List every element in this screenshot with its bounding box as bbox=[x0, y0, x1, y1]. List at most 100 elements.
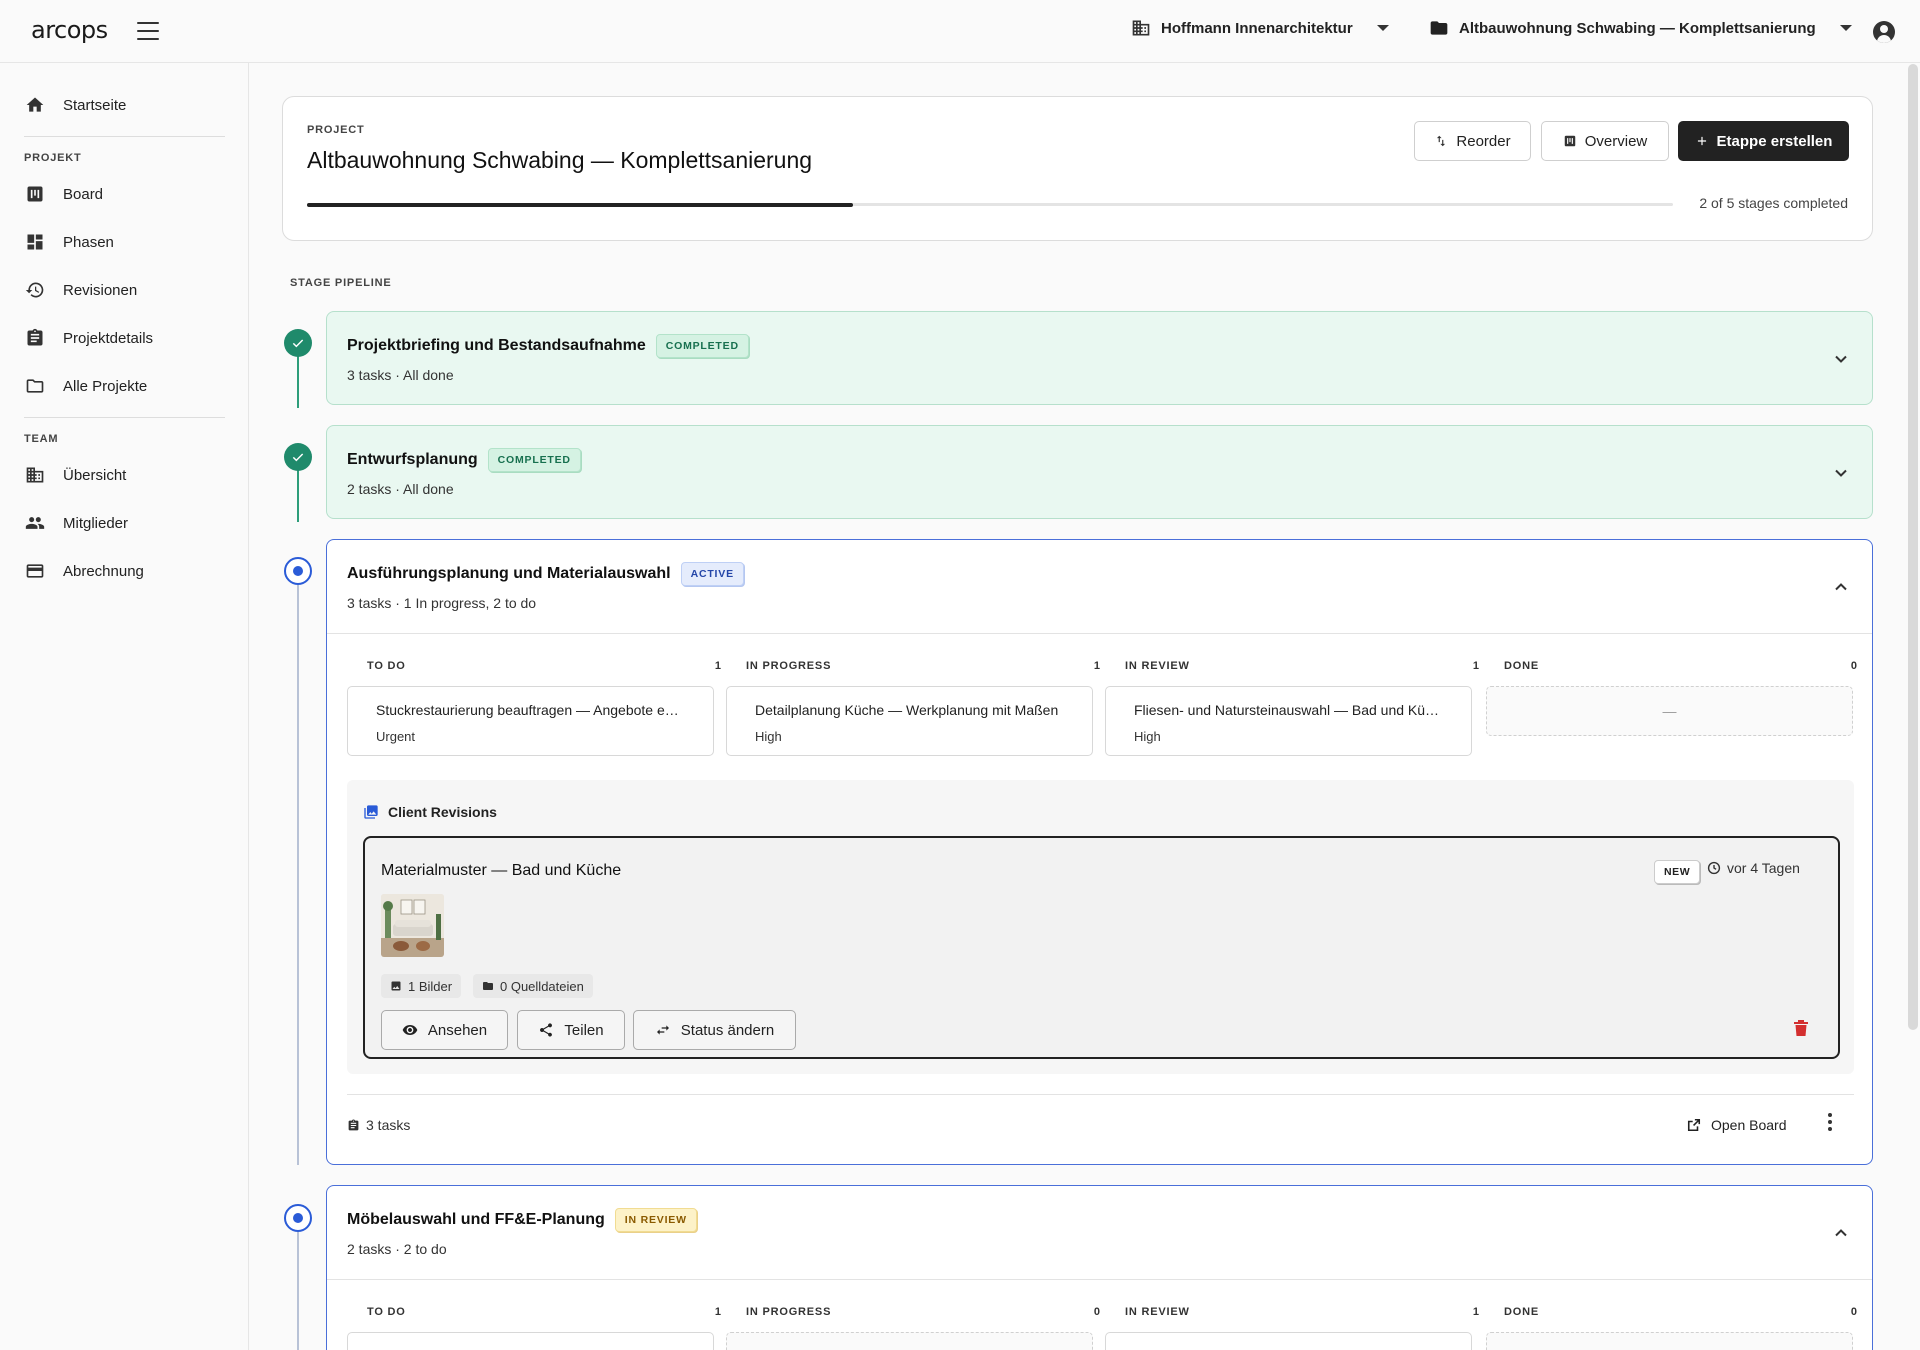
project-label: PROJECT bbox=[307, 124, 365, 136]
sidebar-item-board[interactable]: Board bbox=[25, 182, 103, 206]
share-button[interactable]: Teilen bbox=[517, 1010, 625, 1050]
reorder-button[interactable]: Reorder bbox=[1414, 121, 1531, 161]
column-count: 1 bbox=[1472, 1306, 1479, 1318]
history-icon bbox=[25, 282, 44, 298]
sidebar-item-label: Phasen bbox=[63, 233, 114, 251]
column-count: 1 bbox=[1093, 660, 1100, 672]
sidebar-item-phases[interactable]: Phasen bbox=[25, 230, 114, 254]
column-header-in-review: IN REVIEW bbox=[1125, 660, 1190, 672]
stage-header[interactable]: Möbelauswahl und FF&E-Planung IN REVIEW bbox=[347, 1208, 697, 1232]
sidebar-item-members[interactable]: Mitglieder bbox=[25, 511, 128, 535]
sidebar-item-label: Mitglieder bbox=[63, 514, 129, 532]
column-count: 1 bbox=[714, 660, 721, 672]
chevron-down-icon[interactable] bbox=[1834, 466, 1848, 480]
people-icon bbox=[25, 517, 45, 529]
timeline-connector bbox=[297, 470, 299, 522]
view-button[interactable]: Ansehen bbox=[381, 1010, 508, 1050]
stage-summary: 2 tasks · All done bbox=[347, 481, 454, 497]
stage-title: Ausführungsplanung und Materialauswahl bbox=[347, 565, 671, 582]
stage-card[interactable]: Entwurfsplanung COMPLETED 2 tasks · All … bbox=[326, 425, 1873, 519]
stage-header[interactable]: Ausführungsplanung und Materialauswahl A… bbox=[347, 562, 744, 586]
stage-task-count-text: 3 tasks bbox=[366, 1117, 411, 1133]
organization-selector[interactable]: Hoffmann Innenarchitektur bbox=[1131, 18, 1389, 38]
column-count: 0 bbox=[1093, 1306, 1100, 1318]
revision-card[interactable]: Materialmuster — Bad und Küche NEW vor 4… bbox=[363, 836, 1840, 1059]
task-card[interactable]: Fliesen- und Natursteinauswahl — Bad und… bbox=[1105, 686, 1472, 756]
sidebar-item-billing[interactable]: Abrechnung bbox=[25, 559, 144, 583]
stage-title: Projektbriefing und Bestandsaufnahme bbox=[347, 337, 646, 354]
task-card[interactable]: Stuckrestaurierung beauftragen — Angebot… bbox=[347, 686, 714, 756]
chevron-up-icon[interactable] bbox=[1834, 580, 1848, 594]
revision-time-text: vor 4 Tagen bbox=[1727, 860, 1800, 876]
page-scrollbar[interactable] bbox=[1908, 64, 1918, 1030]
page-title: Altbauwohnung Schwabing — Komplettsanier… bbox=[307, 147, 813, 173]
view-label: Ansehen bbox=[427, 1021, 488, 1039]
revision-thumbnail[interactable] bbox=[381, 894, 444, 957]
images-count-chip: 1 Bilder bbox=[381, 974, 462, 998]
source-files-chip: 0 Quelldateien bbox=[473, 974, 593, 998]
stage-card[interactable]: Projektbriefing und Bestandsaufnahme COM… bbox=[326, 311, 1873, 405]
board-icon bbox=[27, 186, 43, 202]
sidebar-item-home[interactable]: Startseite bbox=[25, 93, 126, 117]
stage-completed-icon bbox=[284, 329, 312, 357]
task-card[interactable] bbox=[347, 1332, 714, 1350]
client-revisions-title: Client Revisions bbox=[388, 804, 497, 820]
chevron-down-icon[interactable] bbox=[1834, 352, 1848, 366]
image-icon bbox=[391, 981, 401, 991]
sidebar-item-label: Abrechnung bbox=[63, 562, 144, 580]
stage-header: Projektbriefing und Bestandsaufnahme COM… bbox=[347, 334, 749, 358]
folder-outline-icon bbox=[26, 379, 44, 393]
stage-active-icon bbox=[284, 557, 312, 585]
open-board-button[interactable]: Open Board bbox=[1687, 1117, 1787, 1133]
empty-column-placeholder: — bbox=[1486, 686, 1853, 736]
sidebar-item-label: Übersicht bbox=[63, 466, 127, 484]
change-status-label: Status ändern bbox=[680, 1021, 775, 1039]
plus-icon bbox=[1697, 136, 1706, 146]
open-external-icon bbox=[1687, 1118, 1701, 1132]
app-logo[interactable]: arcops bbox=[31, 16, 108, 44]
swap-icon bbox=[656, 1025, 669, 1035]
clock-icon bbox=[1707, 861, 1721, 875]
delete-icon[interactable] bbox=[1793, 1019, 1809, 1037]
credit-card-icon bbox=[26, 564, 44, 578]
reorder-label: Reorder bbox=[1456, 132, 1511, 150]
create-stage-button[interactable]: Etappe erstellen bbox=[1678, 121, 1849, 161]
sidebar-divider bbox=[24, 136, 225, 137]
column-header-done: DONE bbox=[1504, 1306, 1539, 1318]
stage-header: Entwurfsplanung COMPLETED bbox=[347, 448, 581, 472]
stage-progress-fill bbox=[307, 202, 854, 207]
sidebar-item-all-projects[interactable]: Alle Projekte bbox=[25, 374, 147, 398]
source-files-text: 0 Quelldateien bbox=[500, 978, 584, 994]
folder-icon bbox=[483, 982, 493, 990]
change-status-button[interactable]: Status ändern bbox=[633, 1010, 796, 1050]
more-options-icon[interactable] bbox=[1828, 1113, 1834, 1131]
progress-text: 2 of 5 stages completed bbox=[1699, 195, 1848, 211]
task-priority: High bbox=[755, 729, 782, 744]
task-card[interactable] bbox=[1105, 1332, 1472, 1350]
clipboard-icon bbox=[348, 1119, 359, 1130]
empty-column-placeholder bbox=[1486, 1332, 1853, 1350]
project-selector[interactable]: Altbauwohnung Schwabing — Komplettsanier… bbox=[1429, 18, 1852, 38]
menu-icon[interactable] bbox=[137, 22, 159, 40]
photo-library-icon bbox=[364, 805, 378, 819]
building-icon bbox=[26, 467, 44, 483]
task-card[interactable]: Detailplanung Küche — Werkplanung mit Ma… bbox=[726, 686, 1093, 756]
chevron-up-icon[interactable] bbox=[1834, 1226, 1848, 1240]
overview-button[interactable]: Overview bbox=[1541, 121, 1669, 161]
top-bar: arcops Hoffmann Innenarchitektur Altbauw… bbox=[0, 0, 1920, 63]
sidebar-item-team-overview[interactable]: Übersicht bbox=[25, 463, 126, 487]
eye-icon bbox=[402, 1025, 418, 1035]
sidebar: Startseite PROJEKT Board Phasen Revision… bbox=[0, 63, 249, 1350]
sidebar-item-revisions[interactable]: Revisionen bbox=[25, 278, 137, 302]
empty-column-placeholder bbox=[726, 1332, 1093, 1350]
column-header-in-progress: IN PROGRESS bbox=[746, 1306, 832, 1318]
stage-divider bbox=[327, 1279, 1872, 1280]
task-title: Stuckrestaurierung beauftragen — Angebot… bbox=[376, 702, 679, 718]
project-name: Altbauwohnung Schwabing — Komplettsanier… bbox=[1459, 19, 1816, 37]
account-icon[interactable] bbox=[1873, 21, 1895, 43]
stage-card-expanded: Ausführungsplanung und Materialauswahl A… bbox=[326, 539, 1873, 1165]
sidebar-item-label: Alle Projekte bbox=[63, 377, 148, 395]
sidebar-item-project-details[interactable]: Projektdetails bbox=[25, 326, 153, 350]
client-revisions-panel: Client Revisions Materialmuster — Bad un… bbox=[347, 780, 1854, 1074]
sidebar-section-team: TEAM bbox=[24, 433, 59, 445]
